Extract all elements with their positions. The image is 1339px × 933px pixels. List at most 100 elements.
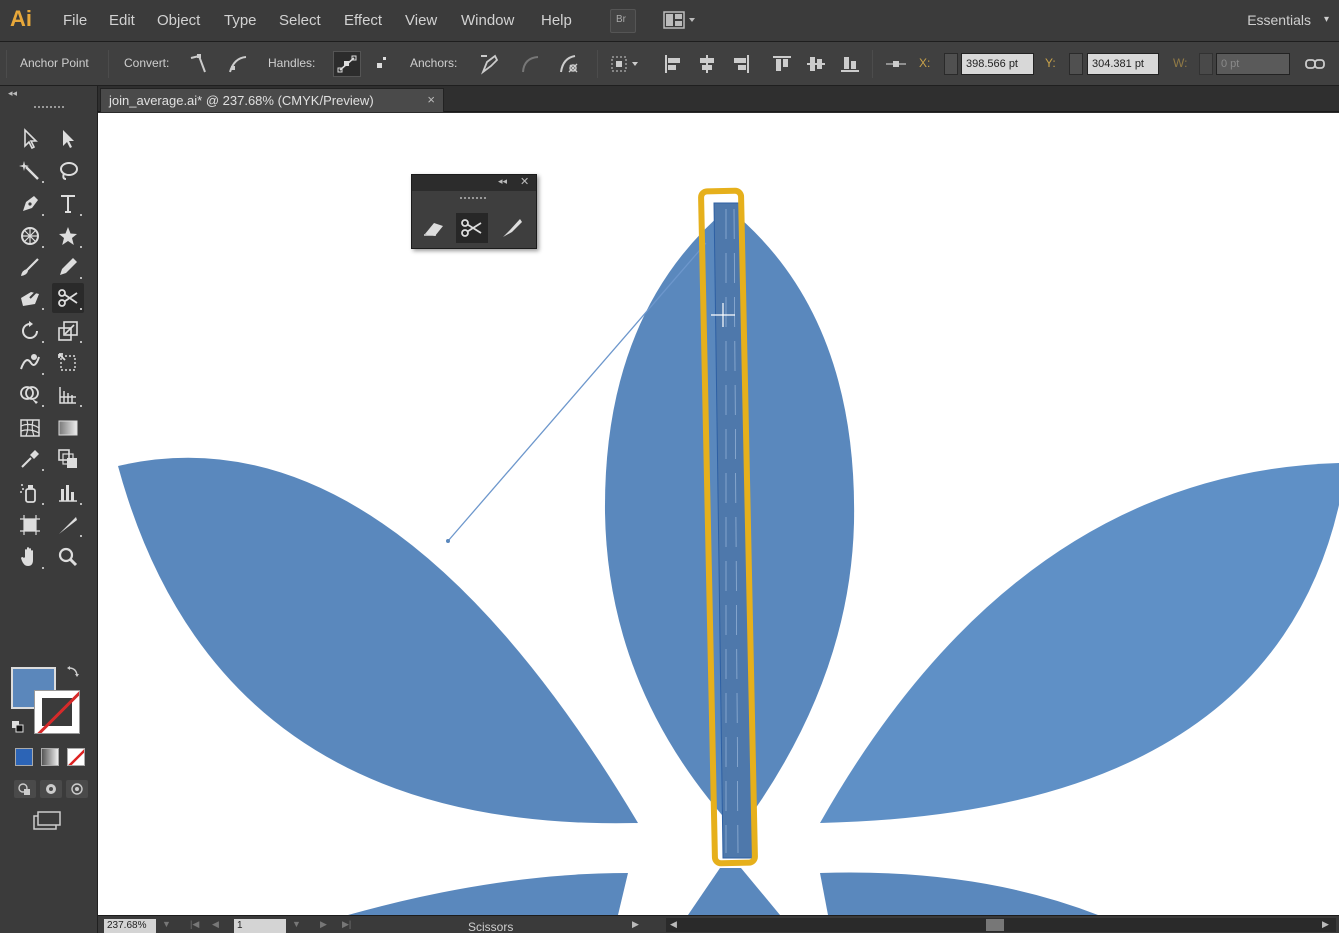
stroke-color-swatch[interactable] bbox=[34, 690, 80, 734]
x-stepper[interactable] bbox=[944, 53, 958, 75]
pencil-tool[interactable] bbox=[52, 252, 84, 282]
draw-normal-button[interactable] bbox=[14, 780, 36, 798]
document-tab[interactable]: join_average.ai* @ 237.68% (CMYK/Preview… bbox=[100, 88, 444, 112]
draw-inside-button[interactable] bbox=[66, 780, 88, 798]
scissors-tool[interactable] bbox=[52, 283, 84, 313]
star-tool[interactable] bbox=[52, 221, 84, 251]
selection-tool[interactable] bbox=[14, 124, 46, 154]
scissors-tool[interactable] bbox=[456, 213, 488, 243]
artboard-tool[interactable] bbox=[14, 510, 46, 540]
lasso-tool[interactable] bbox=[52, 156, 84, 186]
horizontal-scrollbar[interactable]: ◀ ▶ bbox=[666, 918, 1336, 932]
remove-anchor-button[interactable] bbox=[477, 52, 501, 76]
column-graph-tool[interactable] bbox=[52, 478, 84, 508]
y-stepper[interactable] bbox=[1069, 53, 1083, 75]
blob-brush-tool[interactable] bbox=[14, 283, 46, 313]
screen-mode-button[interactable] bbox=[32, 810, 62, 835]
close-panel-icon[interactable]: ✕ bbox=[520, 175, 529, 188]
scroll-left-icon[interactable]: ◀ bbox=[670, 919, 677, 930]
collapse-panel-icon[interactable]: ◂◂ bbox=[8, 88, 17, 99]
connect-anchors-button[interactable] bbox=[518, 52, 542, 76]
type-tool[interactable] bbox=[52, 189, 84, 219]
direct-selection-tool[interactable] bbox=[52, 124, 84, 154]
zoom-tool[interactable] bbox=[52, 542, 84, 572]
menu-file[interactable]: File bbox=[63, 12, 87, 29]
hide-handles-button[interactable] bbox=[368, 52, 392, 76]
y-coordinate-field[interactable]: 304.381 pt bbox=[1087, 53, 1159, 75]
workspace-arrow-icon[interactable]: ▾ bbox=[1324, 14, 1329, 25]
panel-grip[interactable] bbox=[34, 106, 64, 109]
previous-artboard-icon[interactable]: ◀ bbox=[212, 919, 219, 930]
shape-builder-tool[interactable] bbox=[14, 380, 46, 410]
scroll-right-icon[interactable]: ▶ bbox=[1322, 919, 1329, 930]
eyedropper-tool[interactable] bbox=[14, 444, 46, 474]
blend-tool[interactable] bbox=[52, 444, 84, 474]
symbol-sprayer-icon bbox=[20, 484, 36, 503]
artboard-number-field[interactable]: 1 bbox=[234, 919, 286, 933]
gradient-mode-button[interactable] bbox=[41, 748, 59, 766]
bridge-button[interactable]: Br bbox=[610, 9, 636, 33]
collapse-panel-icon[interactable]: ◂◂ bbox=[498, 176, 507, 187]
align-right-button[interactable] bbox=[729, 52, 753, 76]
mesh-tool[interactable] bbox=[14, 413, 46, 443]
color-mode-button[interactable] bbox=[15, 748, 33, 766]
pencil-icon bbox=[60, 258, 77, 275]
rotate-tool[interactable] bbox=[14, 316, 46, 346]
convert-to-corner-button[interactable] bbox=[187, 52, 211, 76]
symbol-sprayer-tool[interactable] bbox=[14, 478, 46, 508]
x-coordinate-field[interactable]: 398.566 pt bbox=[961, 53, 1034, 75]
gradient-tool[interactable] bbox=[52, 413, 84, 443]
align-left-button[interactable] bbox=[661, 52, 685, 76]
menu-type[interactable]: Type bbox=[224, 12, 257, 29]
artboard-canvas[interactable]: ◂◂ ✕ bbox=[98, 113, 1339, 915]
slice-tool[interactable] bbox=[52, 510, 84, 540]
hand-tool[interactable] bbox=[14, 542, 46, 572]
scrollbar-thumb[interactable] bbox=[986, 919, 1004, 931]
next-artboard-icon[interactable]: ▶ bbox=[320, 919, 327, 930]
scissors-icon bbox=[461, 219, 482, 237]
convert-to-smooth-button[interactable] bbox=[226, 52, 250, 76]
warp-tool[interactable] bbox=[14, 348, 46, 378]
perspective-grid-tool[interactable] bbox=[52, 380, 84, 410]
align-horizontal-center-button[interactable] bbox=[695, 52, 719, 76]
isolate-button[interactable] bbox=[609, 52, 643, 76]
menu-effect[interactable]: Effect bbox=[344, 12, 382, 29]
align-vertical-center-button[interactable] bbox=[804, 52, 828, 76]
last-artboard-icon[interactable]: ▶| bbox=[342, 919, 351, 930]
panel-grip[interactable] bbox=[460, 197, 486, 199]
scale-tool[interactable] bbox=[52, 316, 84, 346]
swap-fill-stroke-button[interactable] bbox=[66, 665, 80, 682]
magic-wand-tool[interactable] bbox=[14, 156, 46, 186]
knife-tool[interactable] bbox=[496, 213, 528, 243]
pen-tool[interactable] bbox=[14, 189, 46, 219]
paintbrush-tool[interactable] bbox=[14, 252, 46, 282]
none-mode-button[interactable] bbox=[67, 748, 85, 766]
cut-at-anchors-button[interactable] bbox=[557, 52, 581, 76]
close-document-icon[interactable]: × bbox=[427, 92, 435, 107]
constrain-button[interactable] bbox=[1303, 52, 1327, 76]
workspace-switcher[interactable]: Essentials bbox=[1247, 12, 1311, 28]
align-top-button[interactable] bbox=[770, 52, 794, 76]
zoom-dropdown-icon[interactable]: ▼ bbox=[162, 919, 171, 929]
menu-help[interactable]: Help bbox=[541, 12, 572, 29]
zoom-level-field[interactable]: 237.68% bbox=[104, 919, 156, 933]
artboard-dropdown-icon[interactable]: ▼ bbox=[292, 919, 301, 929]
draw-behind-button[interactable] bbox=[40, 780, 62, 798]
align-bottom-button[interactable] bbox=[838, 52, 862, 76]
show-handles-button[interactable] bbox=[333, 51, 361, 77]
free-transform-tool[interactable] bbox=[52, 348, 84, 378]
menu-view[interactable]: View bbox=[405, 12, 437, 29]
status-tool-name[interactable]: Scissors bbox=[468, 920, 513, 933]
first-artboard-icon[interactable]: |◀ bbox=[190, 919, 199, 930]
arrange-documents-button[interactable] bbox=[660, 9, 700, 33]
menu-window[interactable]: Window bbox=[461, 12, 514, 29]
reference-point-button[interactable] bbox=[884, 52, 908, 76]
panel-header[interactable]: ◂◂ ✕ bbox=[412, 175, 536, 191]
ellipse-tool[interactable] bbox=[14, 221, 46, 251]
eraser-tool[interactable] bbox=[418, 213, 450, 243]
menu-select[interactable]: Select bbox=[279, 12, 321, 29]
default-colors-button[interactable] bbox=[11, 720, 25, 737]
menu-edit[interactable]: Edit bbox=[109, 12, 135, 29]
menu-object[interactable]: Object bbox=[157, 12, 200, 29]
status-menu-arrow-icon[interactable]: ▶ bbox=[632, 919, 639, 930]
